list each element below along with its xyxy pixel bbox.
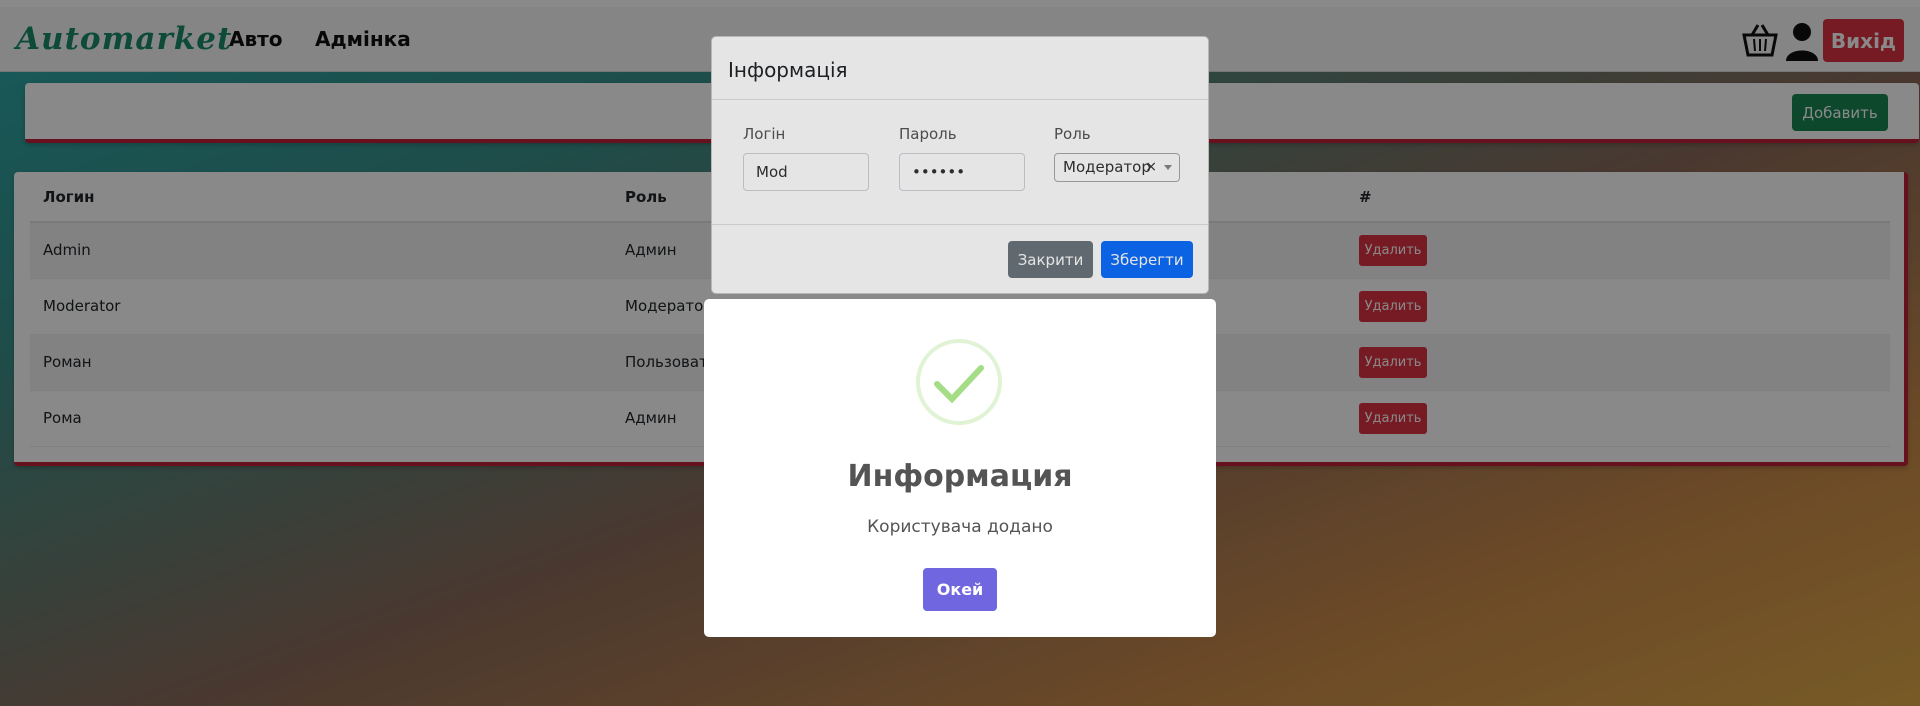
success-alert: Информация Користувача додано Окей	[704, 299, 1216, 637]
alert-title: Информация	[847, 459, 1073, 494]
success-check-icon	[916, 339, 1002, 425]
ok-button[interactable]: Окей	[923, 568, 997, 611]
alert-message: Користувача додано	[867, 517, 1053, 537]
